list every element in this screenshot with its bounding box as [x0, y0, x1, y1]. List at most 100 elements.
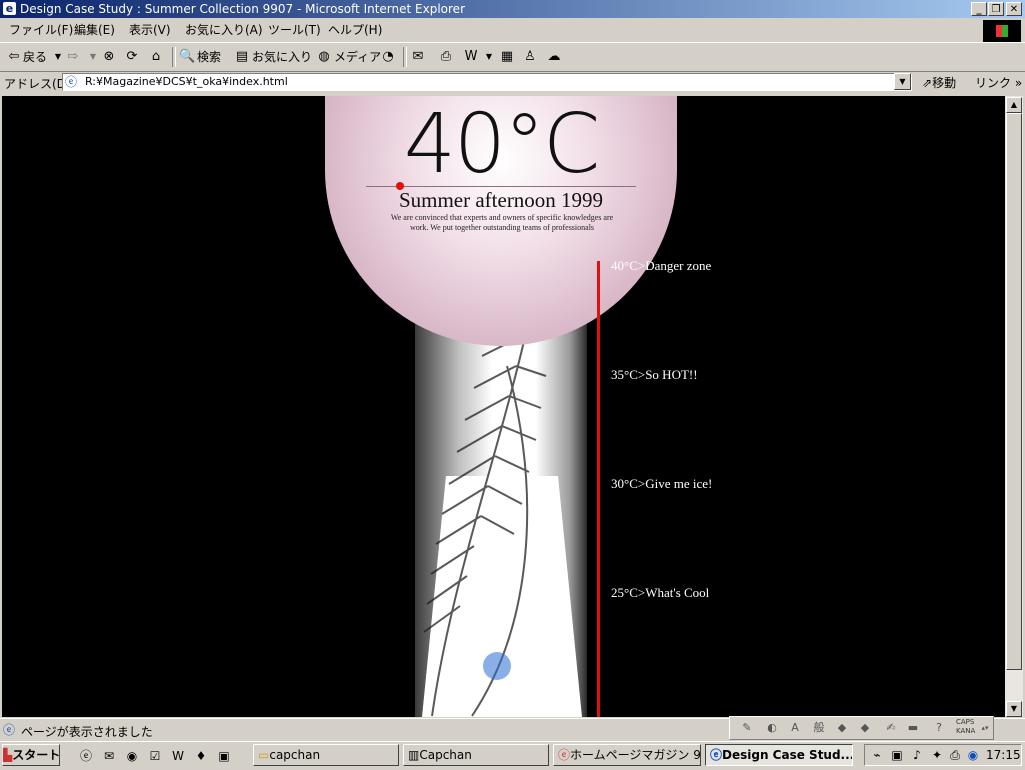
edit-dropdown-icon[interactable]: ▼	[481, 49, 497, 65]
printer-icon[interactable]: ⎙	[947, 747, 963, 763]
ie-quicklaunch-icon[interactable]: ⓔ	[78, 748, 94, 764]
windows-flag-icon	[996, 25, 1008, 37]
thermometer-line	[597, 261, 600, 717]
home-icon[interactable]: ⌂	[148, 49, 164, 65]
ime-input-icon[interactable]: ◐	[763, 720, 781, 736]
app-icon: ▥	[408, 748, 420, 762]
word-quicklaunch-icon[interactable]: W	[170, 748, 186, 764]
discuss-icon[interactable]: ▦	[499, 49, 515, 65]
ie-icon: ⓔ	[710, 748, 723, 762]
menu-favorites[interactable]: お気に入り(A)	[185, 22, 263, 38]
nav-link-so-hot[interactable]: 35°C>So HOT!!	[611, 367, 698, 383]
scroll-up-icon[interactable]: ▲	[1006, 97, 1022, 113]
caps-label: CAPS	[956, 718, 975, 726]
toolbar-separator	[403, 47, 407, 67]
monitor-icon[interactable]: ▣	[889, 747, 905, 763]
task-label: capchan	[269, 748, 321, 762]
title-bar: e Design Case Study : Summer Collection …	[0, 0, 1025, 18]
nav-link-danger-zone[interactable]: 40°C>Danger zone	[611, 258, 711, 274]
menu-help[interactable]: ヘルプ(H)	[328, 22, 382, 38]
address-url[interactable]: R:¥Magazine¥DCS¥t_oka¥index.html	[85, 75, 288, 89]
address-input[interactable]: ⓔ R:¥Magazine¥DCS¥t_oka¥index.html	[62, 73, 912, 91]
back-dropdown-icon[interactable]: ▼	[50, 49, 66, 65]
task-label: ホームページマガジン 99...	[570, 748, 701, 762]
media-button[interactable]: メディア	[334, 49, 381, 65]
start-flag-icon: ▙	[3, 748, 13, 762]
kana-label: KANA	[956, 727, 976, 735]
go-arrow-icon: ⇗	[922, 76, 933, 90]
page-tagline: We are convinced that experts and owners…	[390, 213, 614, 232]
clock[interactable]: 17:15	[986, 747, 1021, 763]
refresh-icon[interactable]: ⟳	[124, 49, 140, 65]
menu-view[interactable]: 表示(V)	[129, 22, 171, 38]
menu-edit[interactable]: 編集(E)	[74, 22, 115, 38]
history-icon[interactable]: ◔	[380, 49, 396, 65]
ime-toolbar: ✎ ◐ A 般 ◆ ◆ ✍ ▬ ? CAPS KANA ▴▾	[729, 716, 994, 740]
volume-icon[interactable]: ♪	[909, 747, 925, 763]
window-title: Design Case Study : Summer Collection 99…	[20, 2, 465, 16]
stop-icon[interactable]: ⊗	[101, 49, 117, 65]
start-label: スタート	[12, 748, 61, 762]
ime-mode-icon[interactable]: ✎	[738, 720, 756, 736]
ie-icon: ⓔ	[558, 748, 571, 762]
headline-rule	[366, 186, 636, 187]
notes-quicklaunch-icon[interactable]: ☑	[147, 748, 163, 764]
favorites-button[interactable]: お気に入り	[252, 49, 312, 65]
ime-dict-icon[interactable]: ◆	[833, 720, 851, 736]
back-arrow-icon[interactable]: ⇦	[6, 49, 22, 65]
address-bar: アドレス(D) ⓔ R:¥Magazine¥DCS¥t_oka¥index.ht…	[0, 71, 1025, 95]
go-label: 移動	[932, 76, 957, 90]
links-button[interactable]: リンク »	[975, 74, 1022, 91]
status-text: ページが表示されました	[21, 725, 153, 739]
task-label: Capchan	[419, 748, 472, 762]
address-dropdown-icon[interactable]: ▼	[894, 73, 911, 90]
nav-link-whats-cool[interactable]: 25°C>What's Cool	[611, 585, 709, 601]
ime-options-icon[interactable]: ▴▾	[980, 720, 990, 736]
edit-icon[interactable]: W	[463, 49, 479, 65]
restore-button[interactable]: ❐	[988, 2, 1004, 16]
task-homepage-magazine[interactable]: ⓔホームページマガジン 99...	[553, 744, 701, 766]
favorites-icon[interactable]: ▤	[234, 49, 250, 65]
task-capchan-app[interactable]: ▥Capchan	[403, 744, 549, 766]
search-icon[interactable]: 🔍	[179, 49, 195, 65]
menu-tools[interactable]: ツール(T)	[268, 22, 321, 38]
go-button[interactable]: ⇗移動	[922, 74, 956, 91]
ime-tools-icon[interactable]: ◆	[856, 720, 874, 736]
minimize-button[interactable]: _	[971, 2, 987, 16]
menu-file[interactable]: ファイル(F)	[9, 22, 73, 38]
messenger-tray-icon[interactable]: ◉	[965, 747, 981, 763]
taskbar: ▙スタート ⓔ ✉ ◉ ☑ W ♦ ▣ ▭capchan ▥Capchan ⓔホ…	[0, 741, 1025, 770]
nav-link-give-me-ice[interactable]: 30°C>Give me ice!	[611, 476, 712, 492]
ime-keyboard-icon[interactable]: ▬	[904, 720, 922, 736]
forward-dropdown-icon[interactable]: ▼	[85, 49, 101, 65]
scroll-thumb[interactable]	[1006, 113, 1022, 670]
links-label: リンク	[975, 76, 1012, 90]
start-button[interactable]: ▙スタート	[2, 744, 60, 766]
page-status-icon: ⓔ	[3, 723, 16, 737]
app-quicklaunch-icon[interactable]: ♦	[193, 748, 209, 764]
close-button[interactable]: ✕	[1006, 2, 1022, 16]
media-icon[interactable]: ◍	[316, 49, 332, 65]
menu-bar: ファイル(F) 編集(E) 表示(V) お気に入り(A) ツール(T) ヘルプ(…	[0, 19, 1025, 41]
ime-convert-icon[interactable]: 般	[810, 720, 828, 736]
ime-char-icon[interactable]: A	[786, 720, 804, 736]
page-headline: 40°C	[403, 97, 601, 192]
mail-icon[interactable]: ✉	[410, 49, 426, 65]
task-design-case-study[interactable]: ⓔDesign Case Stud...	[705, 744, 853, 766]
mail-quicklaunch-icon[interactable]: ✉	[101, 748, 117, 764]
messenger-icon[interactable]: ♙	[522, 49, 538, 65]
media-quicklaunch-icon[interactable]: ◉	[124, 748, 140, 764]
print-icon[interactable]: ⎙	[438, 49, 454, 65]
ime-pad-icon[interactable]: ✍	[882, 720, 900, 736]
back-button[interactable]: 戻る	[23, 49, 47, 65]
scroll-down-icon[interactable]: ▼	[1006, 701, 1022, 717]
research-icon[interactable]: ☁	[546, 49, 562, 65]
task-capchan-folder[interactable]: ▭capchan	[253, 744, 399, 766]
antivirus-icon[interactable]: ✦	[929, 747, 945, 763]
forward-arrow-icon[interactable]: ⇨	[65, 49, 81, 65]
network-icon[interactable]: ⌁	[869, 747, 885, 763]
desktop-quicklaunch-icon[interactable]: ▣	[216, 748, 232, 764]
ime-help-icon[interactable]: ?	[930, 720, 948, 736]
search-button[interactable]: 検索	[197, 49, 221, 65]
toolbar: ⇦ 戻る ▼ ⇨ ▼ ⊗ ⟳ ⌂ 🔍 検索 ▤ お気に入り ◍ メディア ◔ ✉…	[0, 42, 1025, 72]
